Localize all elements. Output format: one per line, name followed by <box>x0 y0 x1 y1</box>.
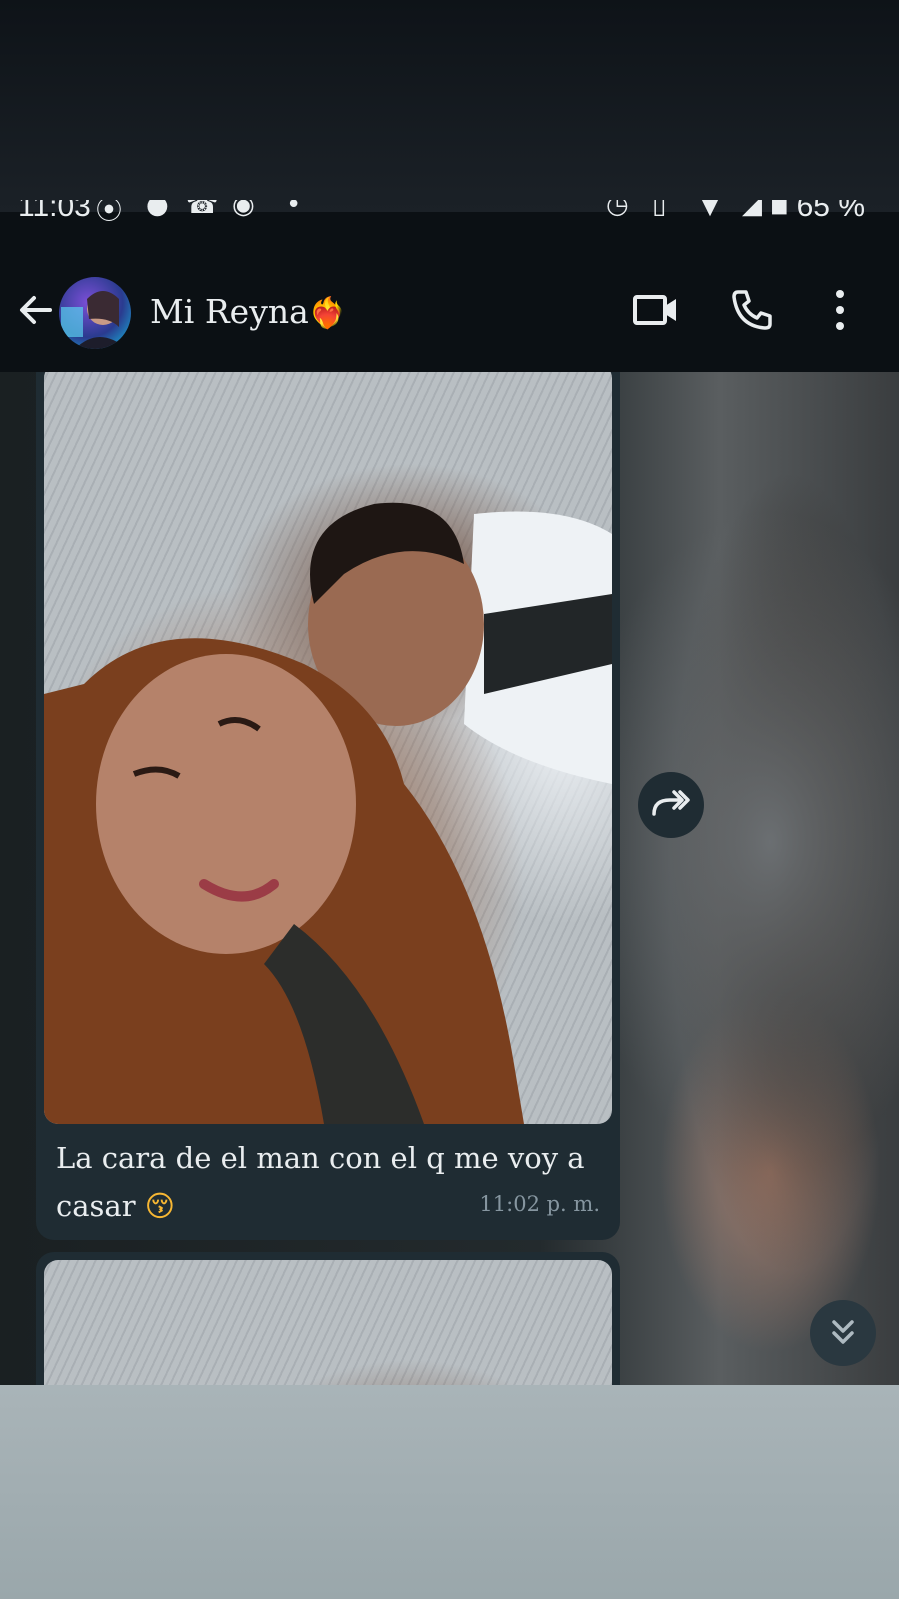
message-bubble[interactable]: La cara de el man con el q me voy a casa… <box>36 372 620 1240</box>
phone-icon <box>732 290 772 330</box>
status-bar: 11:03 ⦿ ● ☎ ◉ • ◷ ▯ ▼ ◢ ■ 65 % <box>0 200 899 236</box>
video-call-button[interactable] <box>628 282 684 338</box>
message-time: 11:02 p. m. <box>479 1192 600 1216</box>
video-camera-icon <box>633 295 676 325</box>
wifi-icon: ▼ <box>700 200 720 220</box>
more-options-button[interactable] <box>812 282 868 338</box>
notification-dot-icon: • <box>286 200 302 220</box>
status-time: 11:03 <box>18 200 91 223</box>
chat-area[interactable]: La cara de el man con el q me voy a casa… <box>0 372 899 1385</box>
alarm-icon: ◷ <box>606 200 629 220</box>
overlay-bottom-shade <box>0 1385 899 1599</box>
contact-photo-icon <box>61 291 127 349</box>
message-photo[interactable] <box>44 372 612 1124</box>
chevron-double-down-icon <box>832 1320 854 1344</box>
chat-bubble-icon: ● <box>146 200 169 220</box>
music-app-icon: ◉ <box>232 200 255 220</box>
avatar[interactable] <box>59 277 131 349</box>
chat-header: Mi Reyna❤️‍🔥 <box>0 236 899 372</box>
missed-call-icon: ☎ <box>186 200 219 220</box>
selfie-photo <box>44 502 612 1124</box>
cell-signal-icon: ◢ <box>742 200 762 220</box>
forward-button[interactable] <box>638 772 704 838</box>
arrow-left-icon <box>20 296 52 324</box>
back-button[interactable] <box>14 288 58 332</box>
message-bubble-next[interactable] <box>36 1252 620 1385</box>
battery-level: ■ 65 % <box>770 200 865 224</box>
contact-name[interactable]: Mi Reyna❤️‍🔥 <box>150 292 346 331</box>
vibrate-icon: ▯ <box>652 200 667 220</box>
kissing-face-icon: 😚 <box>144 1189 176 1223</box>
more-vertical-icon <box>836 290 844 330</box>
signal-app-icon: ⦿ <box>96 200 123 226</box>
message-photo-next[interactable] <box>44 1260 612 1385</box>
voice-call-button[interactable] <box>724 282 780 338</box>
battery-text: 65 % <box>796 200 865 223</box>
contact-name-text: Mi Reyna <box>150 292 309 331</box>
heart-on-fire-icon: ❤️‍🔥 <box>308 296 347 331</box>
forward-icon <box>652 790 690 816</box>
overlay-top-shade <box>0 0 899 212</box>
scroll-to-bottom-button[interactable] <box>810 1300 876 1366</box>
